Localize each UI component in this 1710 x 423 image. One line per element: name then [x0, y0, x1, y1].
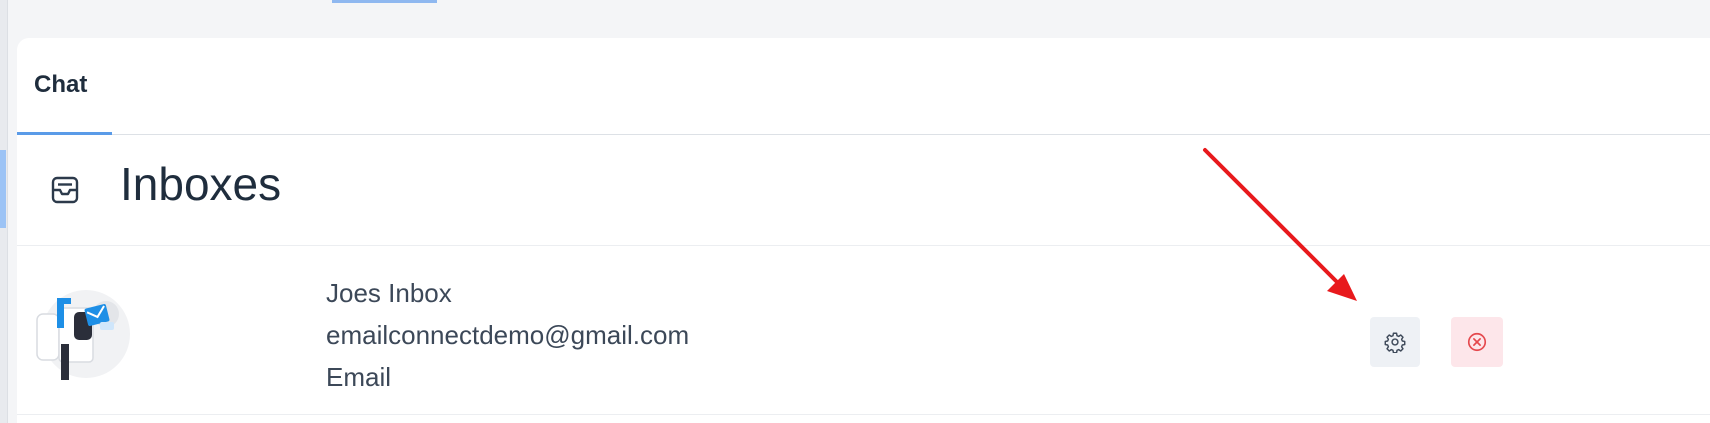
tab-chat[interactable]: Chat	[17, 38, 112, 135]
inbox-details: Joes Inbox emailconnectdemo@gmail.com Em…	[326, 272, 689, 398]
inbox-list-item: Joes Inbox emailconnectdemo@gmail.com Em…	[17, 246, 1710, 415]
close-circle-icon	[1467, 332, 1487, 352]
left-sidebar-rail	[0, 0, 8, 423]
settings-button[interactable]	[1370, 317, 1420, 367]
mailbox-illustration	[36, 290, 130, 380]
inbox-channel: Email	[326, 362, 392, 392]
inbox-email: emailconnectdemo@gmail.com	[326, 320, 690, 350]
inboxes-header: Inboxes	[17, 135, 1710, 246]
tab-chat-label: Chat	[34, 71, 88, 98]
settings-panel: Chat Inboxes Joes Inbox emailconnectdemo…	[17, 38, 1710, 423]
top-nav-active-indicator	[332, 0, 437, 3]
sidebar-active-indicator	[0, 150, 6, 228]
tabs-bar: Chat	[17, 38, 1710, 135]
inbox-name: Joes Inbox	[326, 278, 452, 308]
gear-icon	[1384, 332, 1406, 353]
inbox-icon	[51, 176, 79, 204]
delete-button[interactable]	[1451, 317, 1503, 367]
page-title: Inboxes	[120, 158, 282, 210]
